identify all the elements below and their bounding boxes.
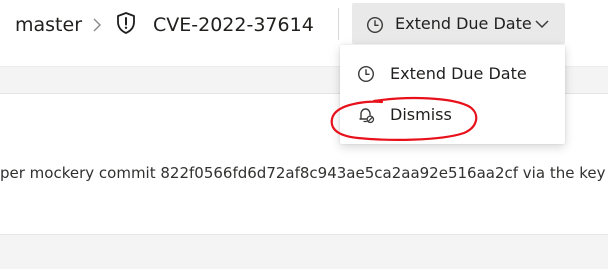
dismiss-bell-icon — [359, 108, 375, 124]
menu-item-dismiss[interactable]: Dismiss — [340, 96, 565, 134]
chevron-right-icon — [93, 18, 101, 32]
bottom-section — [0, 234, 608, 269]
extend-due-date-label: Extend Due Date — [395, 14, 532, 33]
shield-alert-icon — [117, 12, 135, 34]
action-dropdown-menu: Extend Due Date Dismiss — [340, 45, 565, 144]
menu-item-label: Extend Due Date — [390, 64, 527, 83]
menu-item-label: Dismiss — [390, 105, 452, 124]
breadcrumb-branch[interactable]: master — [15, 12, 82, 38]
alert-description: per mockery commit 822f0566fd6d72af8c943… — [0, 164, 606, 182]
alert-page: master CVE-2022-37614 Extend Due Date pe… — [0, 0, 608, 269]
extend-due-date-button[interactable]: Extend Due Date — [352, 3, 565, 44]
page-title: CVE-2022-37614 — [153, 14, 314, 36]
chevron-down-icon — [535, 20, 549, 29]
clock-icon — [366, 16, 384, 34]
menu-item-extend-due-date[interactable]: Extend Due Date — [340, 55, 565, 93]
header-divider — [338, 8, 339, 40]
clock-icon — [357, 65, 375, 83]
